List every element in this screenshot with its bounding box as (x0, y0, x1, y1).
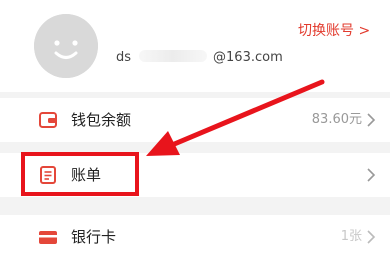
bill-label: 账单 (71, 166, 102, 184)
email-redaction (139, 50, 208, 62)
bank-card-count: 1张 (340, 229, 362, 244)
avatar-face-icon (34, 14, 98, 78)
bank-card-row[interactable]: 银行卡 1张 (0, 215, 390, 260)
wallet-balance-value: 83.60元 (311, 112, 362, 127)
chevron-right-icon (366, 167, 376, 183)
bank-card-icon (38, 227, 58, 247)
wallet-balance-row[interactable]: 钱包余额 83.60元 (0, 98, 390, 142)
profile-card: 切换账号 > ds @163.com (0, 0, 390, 92)
bill-row[interactable]: 账单 (0, 153, 390, 197)
chevron-right-icon: > (358, 23, 371, 39)
bank-card-label: 银行卡 (71, 228, 117, 246)
switch-account-label: 切换账号 (298, 23, 354, 39)
account-email: ds @163.com (116, 48, 283, 68)
email-suffix: @163.com (213, 50, 283, 65)
avatar[interactable] (34, 14, 98, 78)
chevron-right-icon (366, 112, 376, 128)
chevron-right-icon (366, 229, 376, 245)
switch-account-link[interactable]: 切换账号 > (298, 20, 384, 42)
bill-icon (38, 165, 58, 185)
wallet-balance-label: 钱包余额 (71, 111, 132, 129)
wallet-icon (38, 110, 58, 130)
email-prefix: ds (116, 50, 132, 65)
